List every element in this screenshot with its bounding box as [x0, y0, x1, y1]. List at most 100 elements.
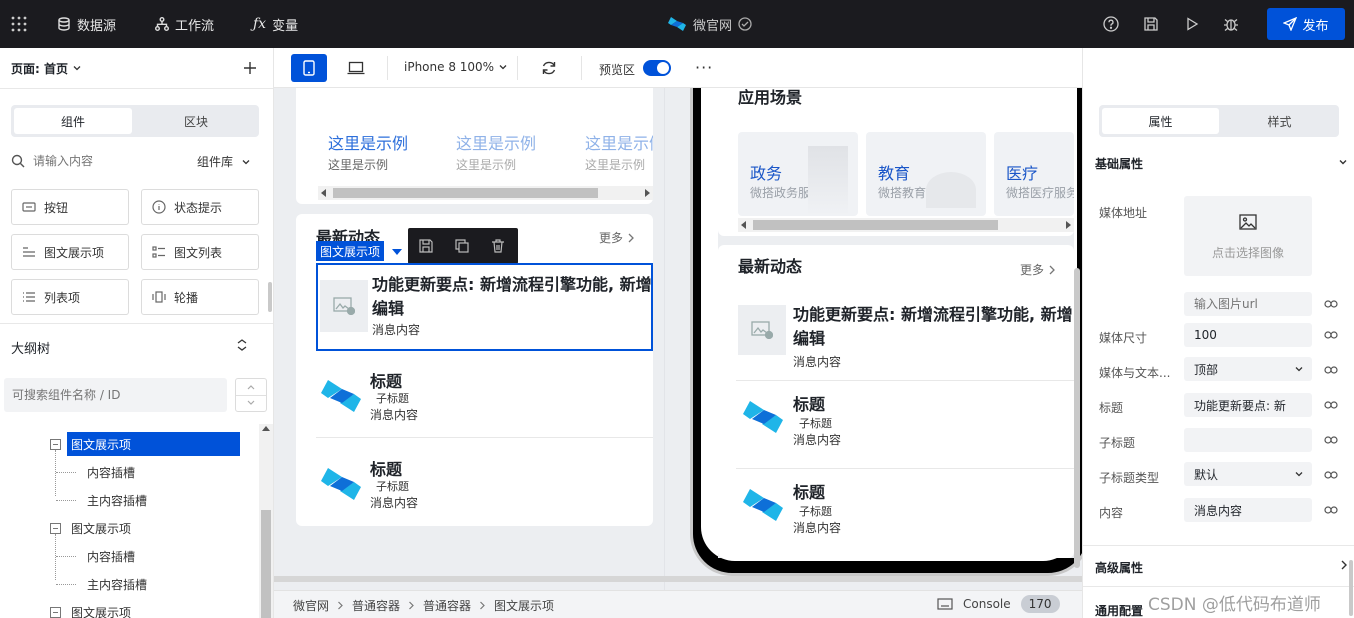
tab-blocks[interactable]: 区块 — [137, 108, 255, 134]
save-icon[interactable] — [1143, 16, 1159, 32]
workflow-button[interactable]: 工作流 — [155, 0, 214, 48]
chevron-down-icon — [72, 63, 82, 73]
debug-bug-icon[interactable] — [1223, 16, 1239, 32]
tree-node[interactable]: 图文展示项 — [50, 600, 131, 618]
run-icon[interactable] — [1184, 16, 1200, 32]
add-page-icon[interactable] — [243, 61, 257, 75]
scene-card-medical[interactable]: 医疗 微搭医疗服务 — [994, 132, 1074, 216]
content-input[interactable]: 消息内容 — [1184, 498, 1312, 522]
tree-node[interactable]: 内容插槽 — [87, 544, 135, 568]
media-item[interactable]: 标题 子标题 消息内容 — [736, 385, 1074, 469]
component-search-input[interactable] — [33, 151, 173, 171]
scene-card-edu[interactable]: 教育 微搭教育服务 — [866, 132, 986, 216]
chevron-right-icon[interactable] — [1340, 560, 1348, 570]
component-list-item[interactable]: 列表项 — [11, 279, 129, 315]
component-status-tip[interactable]: 状态提示 — [141, 189, 259, 225]
component-button[interactable]: 按钮 — [11, 189, 129, 225]
mobile-view-button[interactable] — [291, 54, 327, 82]
collapse-square-icon[interactable] — [50, 438, 61, 450]
outline-search-input[interactable] — [4, 378, 227, 412]
advanced-properties-header[interactable]: 高级属性 — [1095, 559, 1143, 576]
selected-component-tag[interactable]: 图文展示项 — [316, 241, 385, 261]
component-carousel[interactable]: 轮播 — [141, 279, 259, 315]
bind-link-icon[interactable] — [1324, 365, 1338, 375]
general-config-header[interactable]: 通用配置 — [1095, 602, 1143, 618]
save-as-icon[interactable] — [418, 238, 434, 254]
tree-node[interactable]: 主内容插槽 — [87, 572, 147, 596]
title-input[interactable]: 功能更新要点: 新 — [1184, 393, 1312, 417]
media-size-input[interactable]: 100 — [1184, 323, 1312, 347]
horizontal-scrollbar[interactable] — [318, 186, 653, 200]
desktop-view-button[interactable] — [338, 54, 374, 82]
apps-grid-icon[interactable] — [11, 16, 27, 32]
chevron-up-icon[interactable] — [246, 383, 256, 391]
subtitle-type-select[interactable]: 默认 — [1184, 462, 1312, 486]
collapse-square-icon[interactable] — [50, 606, 61, 618]
breadcrumb-item[interactable]: 普通容器 — [423, 597, 471, 614]
media-picker[interactable]: 点击选择图像 — [1184, 196, 1312, 276]
basic-properties-header[interactable]: 基础属性 — [1095, 155, 1143, 172]
example-item[interactable]: 这里是示例 这里是示例 — [328, 130, 438, 173]
preview-toggle[interactable] — [643, 60, 671, 76]
chevron-down-icon[interactable] — [246, 399, 256, 407]
page-selector[interactable]: 页面: 首页 — [11, 58, 82, 78]
component-scrollbar[interactable] — [268, 282, 272, 312]
component-media-item[interactable]: 图文展示项 — [11, 234, 129, 270]
canvas-horizontal-scrollbar[interactable] — [274, 576, 1082, 582]
more-link[interactable]: 更多 — [599, 229, 635, 246]
variables-button[interactable]: ƒx 变量 — [253, 0, 298, 48]
copy-icon[interactable] — [454, 238, 470, 254]
example-item[interactable]: 这里是示例 这里是示例 — [585, 130, 653, 173]
help-icon[interactable] — [1103, 16, 1119, 32]
bind-link-icon[interactable] — [1324, 330, 1338, 340]
tab-components[interactable]: 组件 — [14, 108, 132, 134]
wedata-logo-icon — [320, 378, 362, 414]
media-item-selected[interactable]: 功能更新要点: 新增流程引擎功能, 新增编辑 消息内容 — [316, 263, 653, 351]
scene-card-gov[interactable]: 政务 微搭政务服务 — [738, 132, 858, 216]
subtitle-input[interactable] — [1184, 428, 1312, 452]
library-dropdown[interactable]: 组件库 — [197, 153, 251, 170]
datasource-button[interactable]: 数据源 — [57, 0, 116, 48]
bind-link-icon[interactable] — [1324, 435, 1338, 445]
bind-link-icon[interactable] — [1324, 470, 1338, 480]
breadcrumb-item[interactable]: 普通容器 — [352, 597, 400, 614]
bind-link-icon[interactable] — [1324, 400, 1338, 410]
collapse-toggle-icon[interactable] — [236, 338, 248, 352]
media-item[interactable]: 标题 子标题 消息内容 — [316, 358, 653, 438]
tree-node[interactable]: 图文展示项 — [50, 516, 131, 540]
image-url-input[interactable] — [1184, 292, 1312, 316]
refresh-icon[interactable] — [541, 60, 557, 76]
breadcrumb-item[interactable]: 图文展示项 — [494, 597, 554, 614]
canvas-vertical-scrollbar[interactable] — [1074, 268, 1080, 568]
media-item[interactable]: 标题 子标题 消息内容 — [736, 473, 1074, 557]
console-button[interactable]: Console 170 — [937, 595, 1060, 613]
bind-link-icon[interactable] — [1324, 505, 1338, 515]
more-link[interactable]: 更多 — [1020, 261, 1056, 278]
media-item[interactable]: 标题 子标题 消息内容 — [316, 446, 653, 526]
tree-node[interactable]: 主内容插槽 — [87, 488, 147, 512]
bind-link-icon[interactable] — [1324, 299, 1338, 309]
caret-down-icon[interactable] — [392, 249, 402, 255]
delete-icon[interactable] — [490, 238, 506, 254]
horizontal-scrollbar[interactable] — [738, 218, 1074, 232]
tab-properties[interactable]: 属性 — [1102, 108, 1219, 134]
tree-node[interactable]: 内容插槽 — [87, 460, 135, 484]
media-item[interactable]: 功能更新要点: 新增流程引擎功能, 新增编辑 消息内容 — [736, 297, 1074, 381]
right-panel: 属性 样式 基础属性 媒体地址 点击选择图像 媒体尺寸 100 媒体与文本...… — [1082, 48, 1354, 618]
publish-button[interactable]: 发布 — [1267, 8, 1345, 40]
tree-node[interactable]: 图文展示项 — [50, 432, 240, 456]
component-media-list[interactable]: 图文列表 — [141, 234, 259, 270]
tree-scrollbar[interactable] — [259, 424, 273, 618]
breadcrumb-item[interactable]: 微官网 — [293, 597, 329, 614]
collapse-square-icon[interactable] — [50, 522, 61, 534]
device-select[interactable]: iPhone 8 100% — [404, 60, 508, 74]
right-scrollbar[interactable] — [1349, 560, 1353, 616]
watermark: CSDN @低代码布道师 — [1148, 595, 1321, 615]
media-layout-select[interactable]: 顶部 — [1184, 357, 1312, 381]
console-label: Console — [963, 597, 1011, 611]
chevron-down-icon[interactable] — [1338, 157, 1348, 167]
more-options-icon[interactable]: ··· — [695, 58, 713, 77]
tab-styles[interactable]: 样式 — [1223, 108, 1336, 134]
example-item[interactable]: 这里是示例 这里是示例 — [456, 130, 566, 173]
outline-stepper[interactable] — [235, 378, 267, 412]
